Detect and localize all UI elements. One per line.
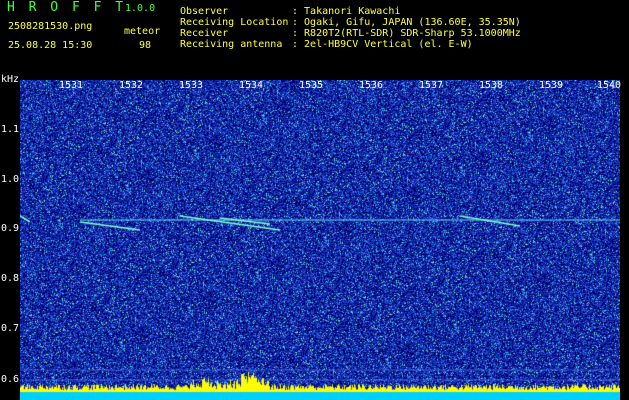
info-value-location: : Ogaki, Gifu, JAPAN (136.60E, 35.35N) [292, 17, 521, 28]
info-label-antenna: Receiving antenna [180, 39, 283, 50]
y-tick-label: 1.0 [1, 174, 20, 185]
x-tick-label: 1537 [419, 80, 444, 91]
info-label-location: Receiving Location [180, 17, 289, 28]
y-tick-label: 0.6 [1, 374, 20, 385]
x-tick-label: 1540 [597, 80, 622, 91]
info-label-receiver: Receiver [180, 28, 229, 39]
y-axis: 1.1 1.0 0.9 0.8 0.7 0.6 [0, 80, 20, 400]
file-name: 2508281530.png [8, 21, 93, 32]
spectrogram-canvas [20, 80, 620, 400]
app-version: 1.0.0 [125, 3, 156, 14]
y-tick-label: 0.7 [1, 323, 20, 334]
info-value-receiver: : R820T2(RTL-SDR) SDR-Sharp 53.1000MHz [292, 28, 521, 39]
x-tick-label: 1536 [359, 80, 384, 91]
info-value-observer: : Takanori Kawachi [292, 6, 401, 17]
info-value-antenna: : 2el-HB9CV Vertical (el. E-W) [292, 39, 473, 50]
info-label-observer: Observer [180, 6, 229, 17]
x-tick-label: 1531 [59, 80, 84, 91]
x-tick-label: 1534 [239, 80, 264, 91]
header-panel: H R O F F T 1.0.0 2508281530.png meteor … [0, 0, 629, 85]
y-tick-label: 1.1 [1, 124, 20, 135]
x-tick-label: 1539 [539, 80, 564, 91]
mode-label: meteor [124, 26, 161, 37]
date-time: 25.08.28 15:30 [8, 40, 93, 51]
y-tick-label: 0.8 [1, 273, 20, 284]
x-tick-label: 1538 [479, 80, 504, 91]
y-tick-label: 0.9 [1, 223, 20, 234]
meteor-count: 98 [139, 40, 152, 51]
app-logo: H R O F F T [7, 0, 127, 15]
x-tick-label: 1533 [179, 80, 204, 91]
x-tick-label: 1535 [299, 80, 324, 91]
x-tick-label: 1532 [119, 80, 144, 91]
